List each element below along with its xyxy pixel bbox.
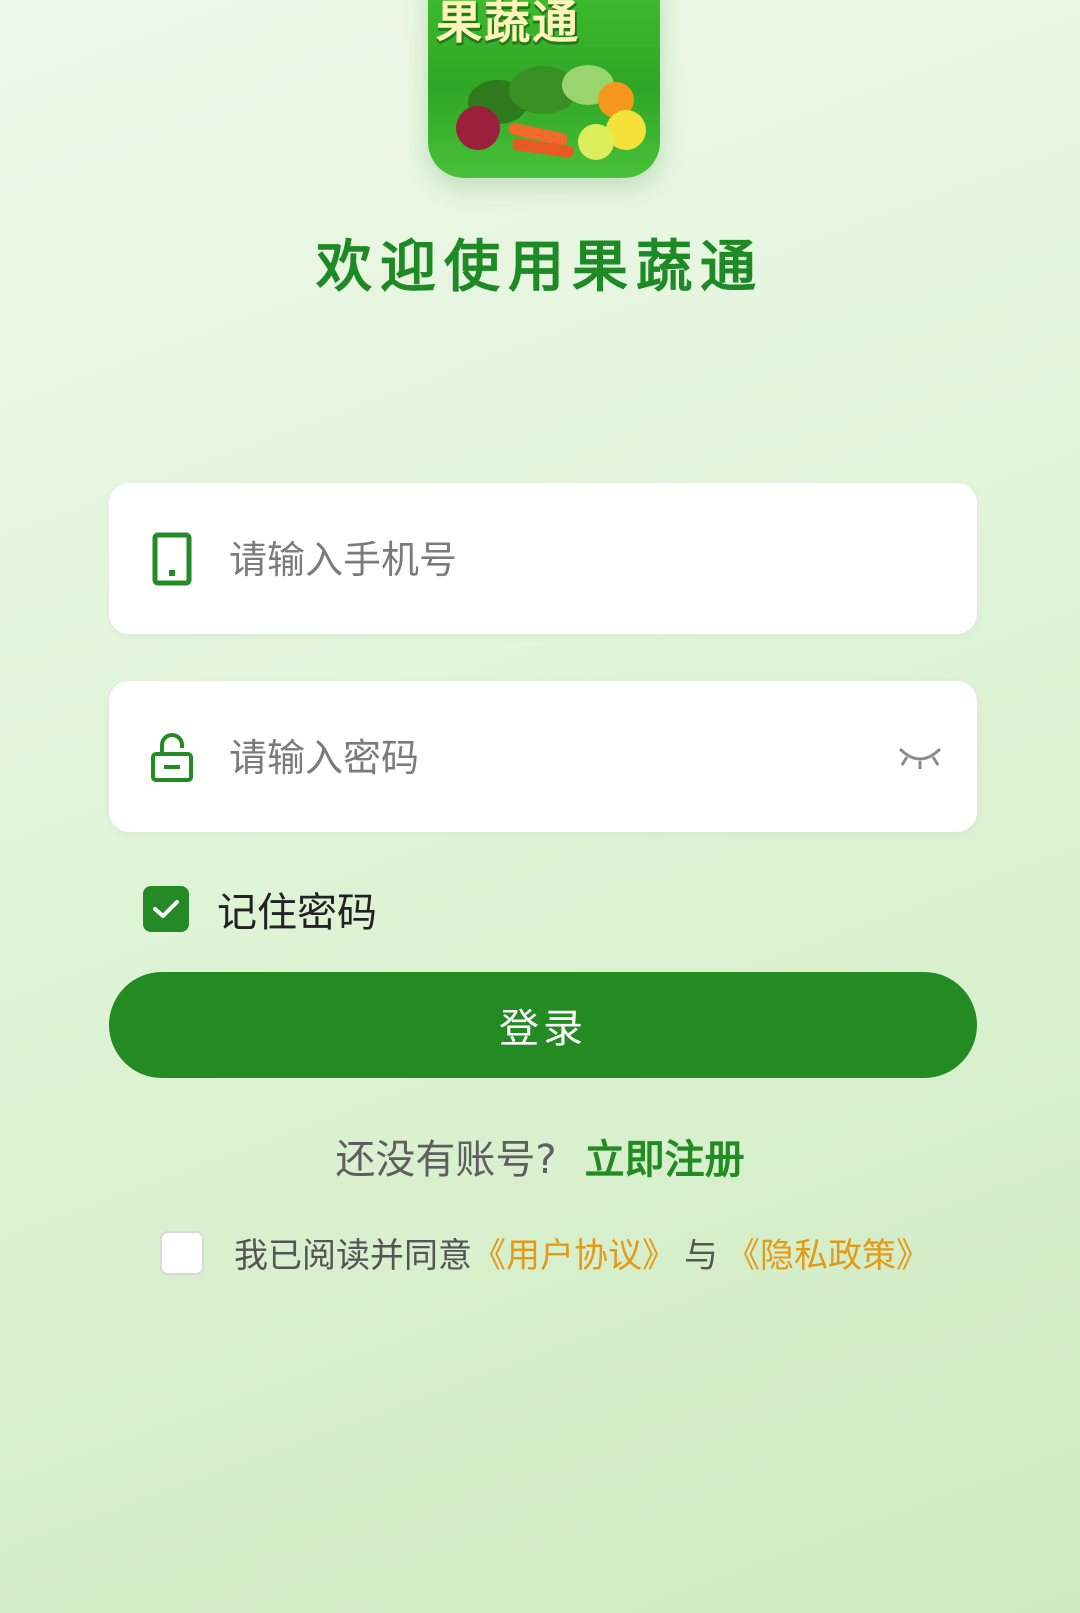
- register-row: 还没有账号? 立即注册: [0, 1127, 1080, 1185]
- agreement-separator: 与: [684, 1236, 718, 1276]
- privacy-policy-link[interactable]: 《隐私政策》: [726, 1228, 930, 1277]
- agreement-row: 我已阅读并同意 《用户协议》 与 《隐私政策》: [160, 1228, 930, 1277]
- app-logo: 果蔬通: [428, 0, 660, 178]
- agreement-checkbox[interactable]: [160, 1230, 204, 1275]
- remember-password-label: 记住密码: [217, 890, 377, 936]
- phone-input[interactable]: [227, 483, 881, 636]
- user-agreement-link[interactable]: 《用户协议》: [472, 1228, 676, 1277]
- remember-password[interactable]: 记住密码: [143, 885, 377, 936]
- welcome-title: 欢迎使用果蔬通: [316, 235, 764, 300]
- phone-icon: [152, 532, 192, 585]
- password-field[interactable]: [109, 681, 977, 834]
- register-prompt: 还没有账号?: [335, 1137, 557, 1183]
- eye-closed-icon[interactable]: [897, 739, 943, 771]
- phone-field[interactable]: [109, 483, 977, 636]
- check-icon: [153, 900, 179, 918]
- login-button[interactable]: 登录: [109, 972, 977, 1078]
- lock-icon: [151, 732, 193, 782]
- remember-password-checkbox[interactable]: [143, 886, 189, 932]
- agreement-prefix: 我已阅读并同意: [234, 1236, 472, 1276]
- password-input[interactable]: [227, 681, 881, 834]
- register-link[interactable]: 立即注册: [585, 1137, 745, 1183]
- logo-produce-illustration: [456, 65, 646, 160]
